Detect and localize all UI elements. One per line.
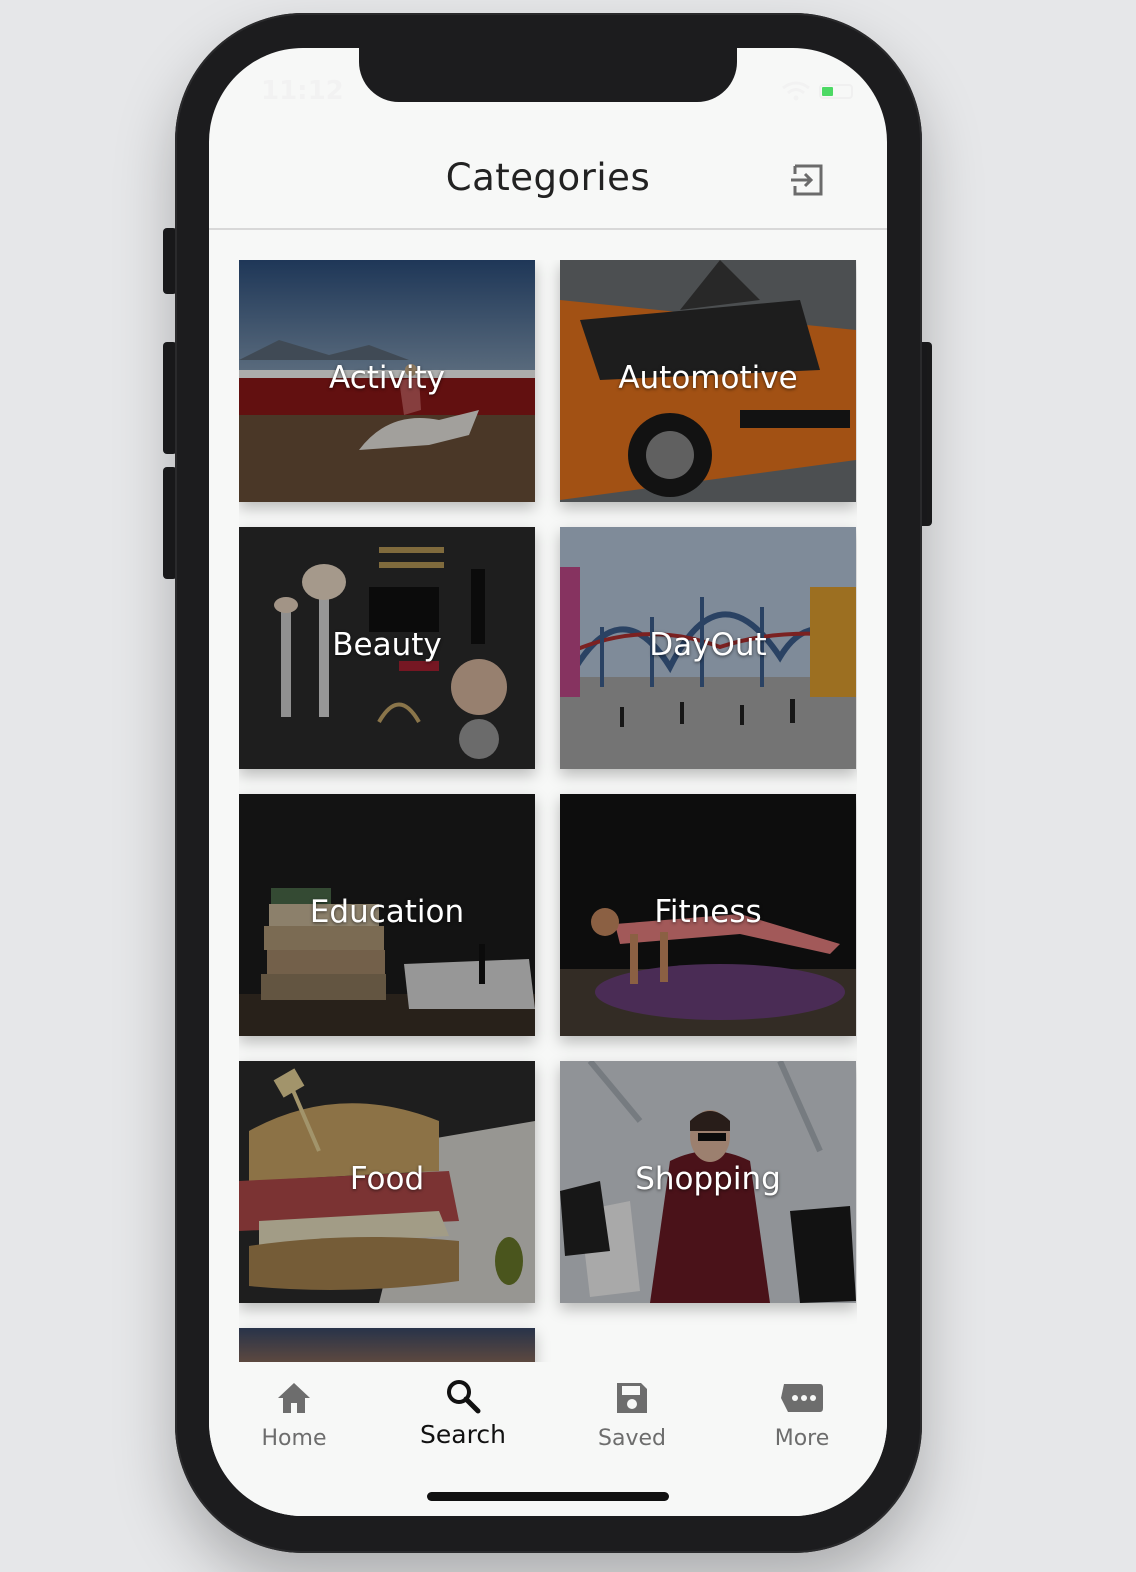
- category-label: Automotive: [618, 360, 798, 396]
- category-label: Activity: [329, 360, 445, 396]
- wifi-icon: [782, 81, 810, 101]
- tab-search[interactable]: Search: [378, 1362, 548, 1462]
- category-label: DayOut: [649, 627, 767, 663]
- save-icon: [617, 1383, 647, 1413]
- category-card-education[interactable]: Education: [239, 794, 535, 1036]
- category-card-shopping[interactable]: Shopping: [560, 1061, 856, 1303]
- search-icon: [447, 1380, 481, 1414]
- category-card-partial[interactable]: [239, 1328, 535, 1362]
- battery-icon: [819, 84, 853, 99]
- home-indicator[interactable]: [427, 1492, 669, 1501]
- category-label: Fitness: [654, 894, 762, 930]
- app-screen: Categories 11:12 Activity Automotive Bea…: [209, 48, 887, 1516]
- tab-more-label: More: [774, 1426, 830, 1451]
- battery-level: [822, 87, 833, 96]
- tab-saved-label: Saved: [598, 1426, 666, 1451]
- category-label: Food: [349, 1161, 425, 1197]
- category-card-beauty[interactable]: Beauty: [239, 527, 535, 769]
- tab-more[interactable]: More: [717, 1362, 887, 1462]
- category-card-fitness[interactable]: Fitness: [560, 794, 856, 1036]
- status-icons: [781, 80, 861, 104]
- notch: [359, 48, 737, 102]
- logout-icon[interactable]: [789, 162, 825, 198]
- category-card-activity[interactable]: Activity: [239, 260, 535, 502]
- category-grid: Activity Automotive Beauty DayOut Educat…: [239, 260, 857, 1362]
- tab-search-label: Search: [420, 1420, 506, 1449]
- category-label: Shopping: [635, 1161, 781, 1197]
- tab-home[interactable]: Home: [209, 1362, 379, 1462]
- more-icon: [781, 1384, 823, 1412]
- tab-saved[interactable]: Saved: [547, 1362, 717, 1462]
- category-label: Beauty: [332, 627, 442, 663]
- category-card-food[interactable]: Food: [239, 1061, 535, 1303]
- image-overlay: [239, 1328, 535, 1362]
- category-card-automotive[interactable]: Automotive: [560, 260, 856, 502]
- home-icon: [278, 1383, 310, 1413]
- category-label: Education: [309, 894, 465, 930]
- tab-home-label: Home: [261, 1426, 327, 1451]
- category-card-dayout[interactable]: DayOut: [560, 527, 856, 769]
- page-title: Categories: [445, 156, 651, 199]
- status-time: 11:12: [261, 76, 344, 106]
